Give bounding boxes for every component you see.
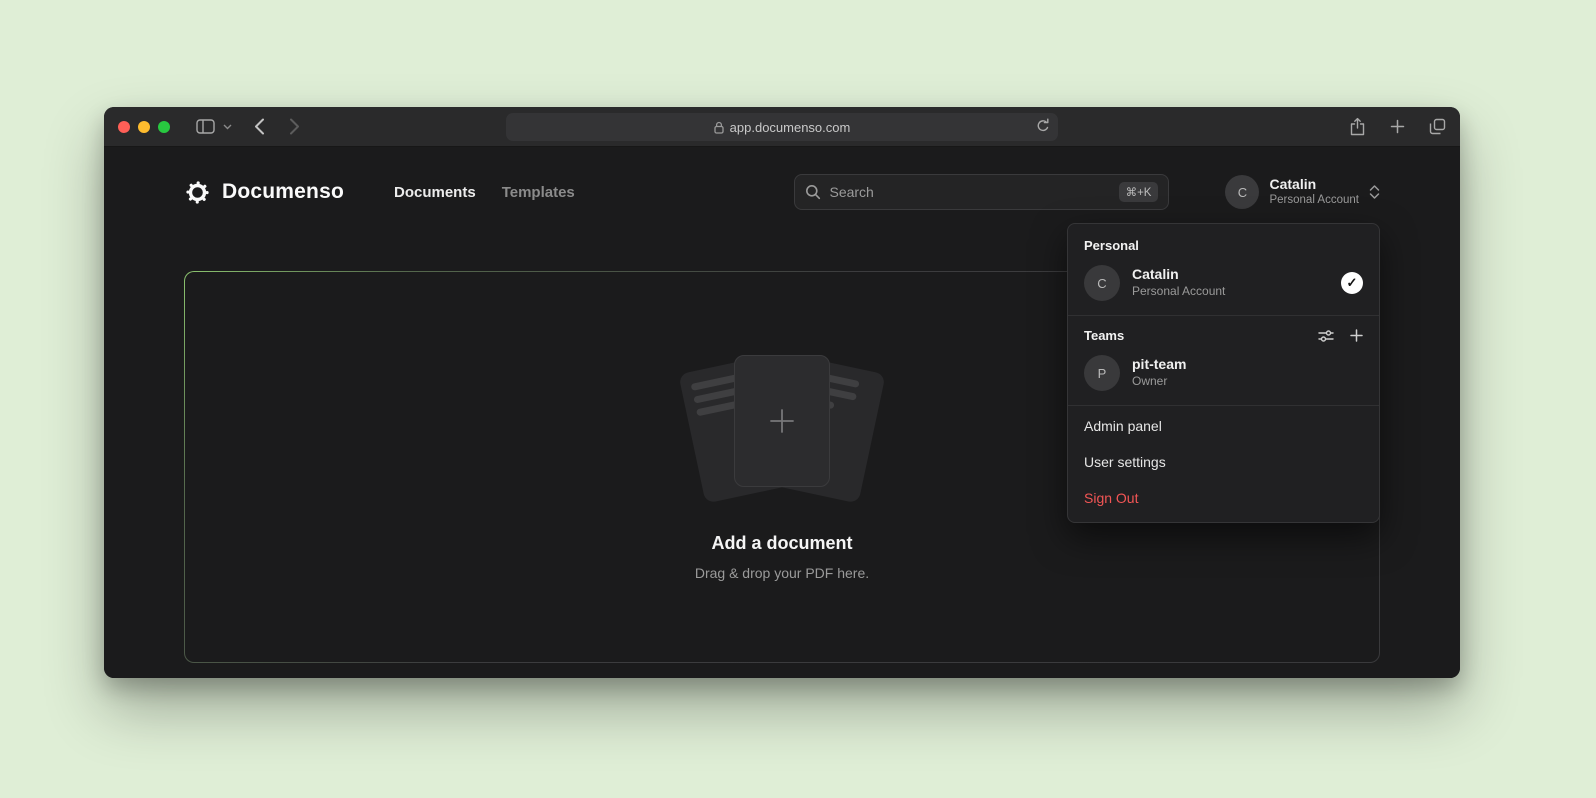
manage-teams-icon[interactable] — [1318, 329, 1334, 343]
team-role: Owner — [1132, 374, 1186, 390]
document-card-center — [734, 355, 830, 487]
close-window-button[interactable] — [118, 121, 130, 133]
address-bar[interactable]: app.documenso.com — [506, 113, 1058, 141]
menu-item-user-settings[interactable]: User settings — [1068, 444, 1379, 480]
brand[interactable]: Documenso — [184, 179, 344, 206]
documenso-app-page: Documenso Documents Templates ⌘+K — [104, 147, 1460, 678]
search-bar[interactable]: ⌘+K — [794, 174, 1169, 210]
account-dropdown-menu: Personal C Catalin Personal Account ✓ Te… — [1067, 223, 1380, 523]
tab-overview-icon[interactable] — [1429, 118, 1446, 135]
browser-window: app.documenso.com — [104, 107, 1460, 678]
main-nav: Documents Templates — [394, 184, 575, 201]
add-team-icon[interactable] — [1350, 329, 1363, 342]
browser-titlebar: app.documenso.com — [104, 107, 1460, 147]
search-shortcut-badge: ⌘+K — [1119, 182, 1159, 202]
menu-item-admin-panel[interactable]: Admin panel — [1068, 408, 1379, 444]
menu-divider — [1068, 405, 1379, 406]
back-button-icon[interactable] — [254, 118, 265, 135]
chevrons-up-down-icon — [1369, 184, 1380, 200]
search-input[interactable] — [829, 184, 1110, 200]
minimize-window-button[interactable] — [138, 121, 150, 133]
documenso-logo-icon — [184, 179, 211, 206]
nav-item-documents[interactable]: Documents — [394, 184, 476, 201]
traffic-lights — [118, 121, 170, 133]
menu-account-name: Catalin — [1132, 266, 1225, 284]
forward-button-icon[interactable] — [289, 118, 300, 135]
search-icon — [805, 184, 821, 200]
avatar: C — [1084, 265, 1120, 301]
reload-icon[interactable] — [1036, 118, 1050, 134]
teams-label: Teams — [1084, 328, 1124, 343]
avatar: C — [1225, 175, 1259, 209]
account-menu-button[interactable]: C Catalin Personal Account — [1225, 175, 1380, 209]
brand-name: Documenso — [222, 180, 344, 204]
menu-item-sign-out[interactable]: Sign Out — [1068, 480, 1379, 516]
menu-divider — [1068, 315, 1379, 316]
chevron-down-icon[interactable] — [223, 124, 232, 130]
account-type: Personal Account — [1269, 193, 1359, 208]
plus-icon — [766, 405, 798, 437]
account-name: Catalin — [1269, 176, 1359, 193]
menu-personal-account-item[interactable]: C Catalin Personal Account ✓ — [1068, 257, 1379, 313]
sidebar-toggle-icon[interactable] — [196, 119, 215, 134]
avatar: P — [1084, 355, 1120, 391]
dropzone-title: Add a document — [711, 533, 852, 554]
menu-section-personal: Personal — [1068, 228, 1379, 257]
documents-illustration — [677, 353, 887, 503]
menu-section-teams: Teams — [1068, 318, 1379, 347]
url-text: app.documenso.com — [730, 120, 851, 135]
new-tab-icon[interactable] — [1390, 119, 1405, 134]
zoom-window-button[interactable] — [158, 121, 170, 133]
selected-check-icon: ✓ — [1341, 272, 1363, 294]
nav-item-templates[interactable]: Templates — [502, 184, 575, 201]
share-icon[interactable] — [1349, 117, 1366, 136]
lock-icon — [714, 121, 724, 134]
app-header: Documenso Documents Templates ⌘+K — [184, 173, 1380, 211]
team-name: pit-team — [1132, 356, 1186, 374]
dropzone-subtitle: Drag & drop your PDF here. — [695, 565, 869, 581]
menu-account-type: Personal Account — [1132, 284, 1225, 300]
menu-team-item[interactable]: P pit-team Owner — [1068, 347, 1379, 403]
